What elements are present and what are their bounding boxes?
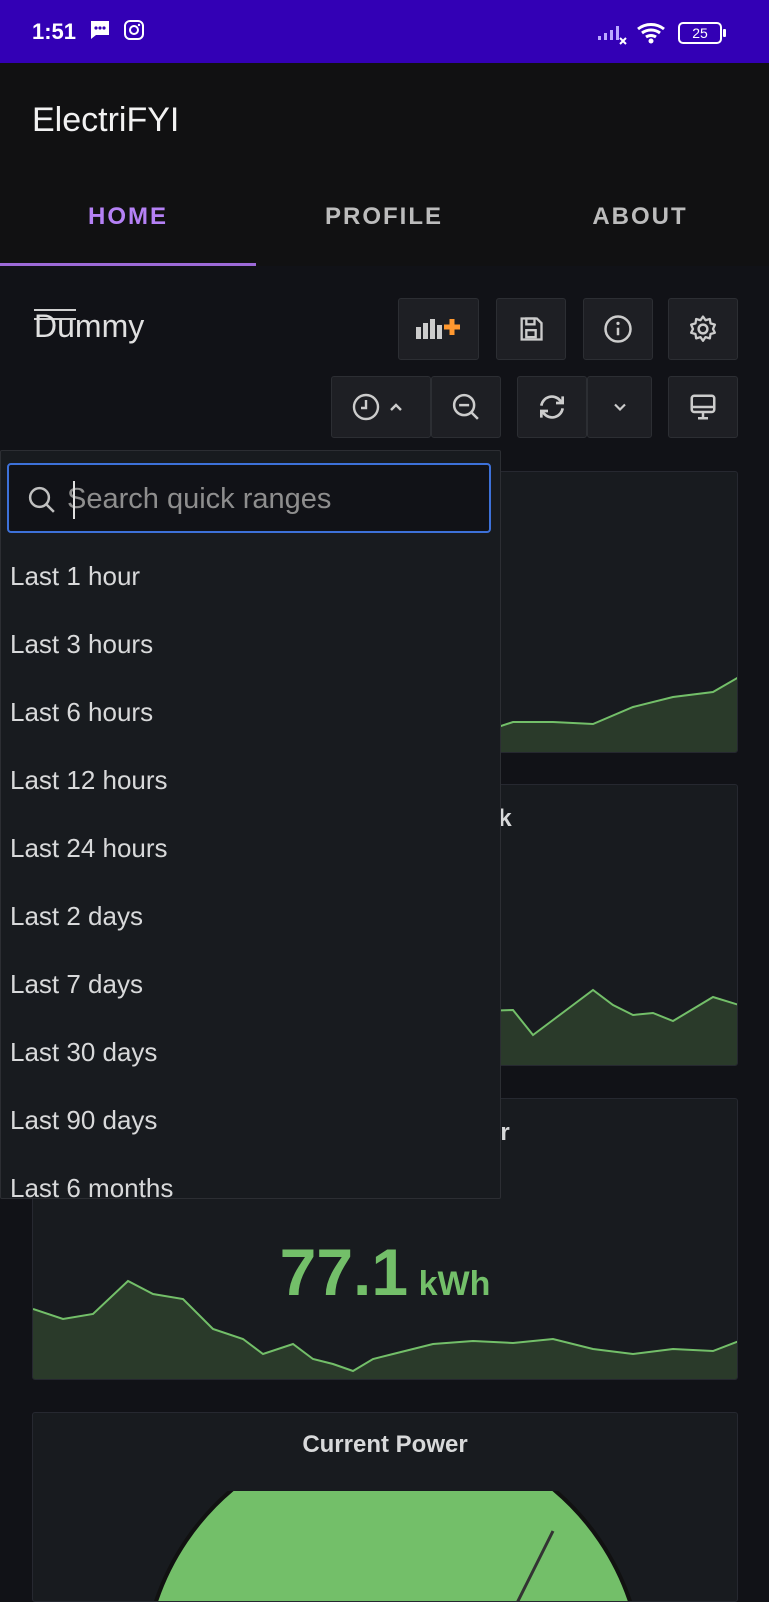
app-bar: ElectriFYI HOME PROFILE ABOUT xyxy=(0,63,769,266)
info-icon xyxy=(604,315,632,343)
dashboard-info-button[interactable] xyxy=(583,298,653,360)
range-option[interactable]: Last 30 days xyxy=(10,1037,157,1068)
refresh-interval-dropdown[interactable] xyxy=(587,376,652,438)
search-input[interactable] xyxy=(65,475,479,523)
panel-3-sparkline xyxy=(33,1279,737,1379)
add-panel-icon xyxy=(415,319,460,339)
text-caret xyxy=(73,481,75,519)
tab-indicator xyxy=(0,263,256,266)
range-option[interactable]: Last 12 hours xyxy=(10,765,168,796)
monitor-icon xyxy=(690,394,716,420)
signal-icon xyxy=(598,26,627,45)
time-range-picker-button[interactable] xyxy=(331,376,431,438)
quick-ranges-search[interactable] xyxy=(7,463,491,533)
range-option[interactable]: Last 2 days xyxy=(10,901,143,932)
instagram-notification-icon xyxy=(124,20,144,40)
refresh-button[interactable] xyxy=(517,376,587,438)
gear-icon xyxy=(690,315,716,342)
tab-home[interactable]: HOME xyxy=(0,203,256,231)
app-title: ElectriFYI xyxy=(32,101,180,139)
save-icon xyxy=(520,317,543,341)
tab-about[interactable]: ABOUT xyxy=(512,203,768,231)
save-dashboard-button[interactable] xyxy=(496,298,566,360)
range-option[interactable]: Last 7 days xyxy=(10,969,143,1000)
range-option[interactable]: Last 3 hours xyxy=(10,629,153,660)
status-bar: 1:51 25 xyxy=(0,0,769,63)
panel-title: Current Power xyxy=(302,1431,468,1458)
zoom-out-button[interactable] xyxy=(431,376,501,438)
wifi-icon xyxy=(637,22,665,44)
dashboard-title[interactable]: Dummy xyxy=(34,308,144,345)
gauge xyxy=(154,1491,632,1601)
zoom-out-icon xyxy=(452,393,479,420)
clock-icon xyxy=(352,393,402,421)
range-option[interactable]: Last 24 hours xyxy=(10,833,168,864)
panel-current-power[interactable]: Current Power xyxy=(32,1412,738,1602)
range-option[interactable]: Last 6 months xyxy=(10,1173,173,1198)
search-icon xyxy=(28,486,55,513)
quick-ranges-dropdown: Last 1 hour Last 3 hours Last 6 hours La… xyxy=(0,450,501,1199)
chevron-down-icon xyxy=(613,403,626,412)
add-panel-button[interactable] xyxy=(398,298,479,360)
view-mode-button[interactable] xyxy=(668,376,738,438)
refresh-icon xyxy=(540,395,564,419)
range-option[interactable]: Last 6 hours xyxy=(10,697,153,728)
range-option[interactable]: Last 90 days xyxy=(10,1105,157,1136)
dashboard-settings-button[interactable] xyxy=(668,298,738,360)
tab-profile[interactable]: PROFILE xyxy=(256,203,512,231)
clock: 1:51 xyxy=(32,19,77,44)
battery-indicator: 25 xyxy=(678,22,726,44)
message-notification-icon xyxy=(91,21,109,39)
range-option[interactable]: Last 1 hour xyxy=(10,561,140,592)
